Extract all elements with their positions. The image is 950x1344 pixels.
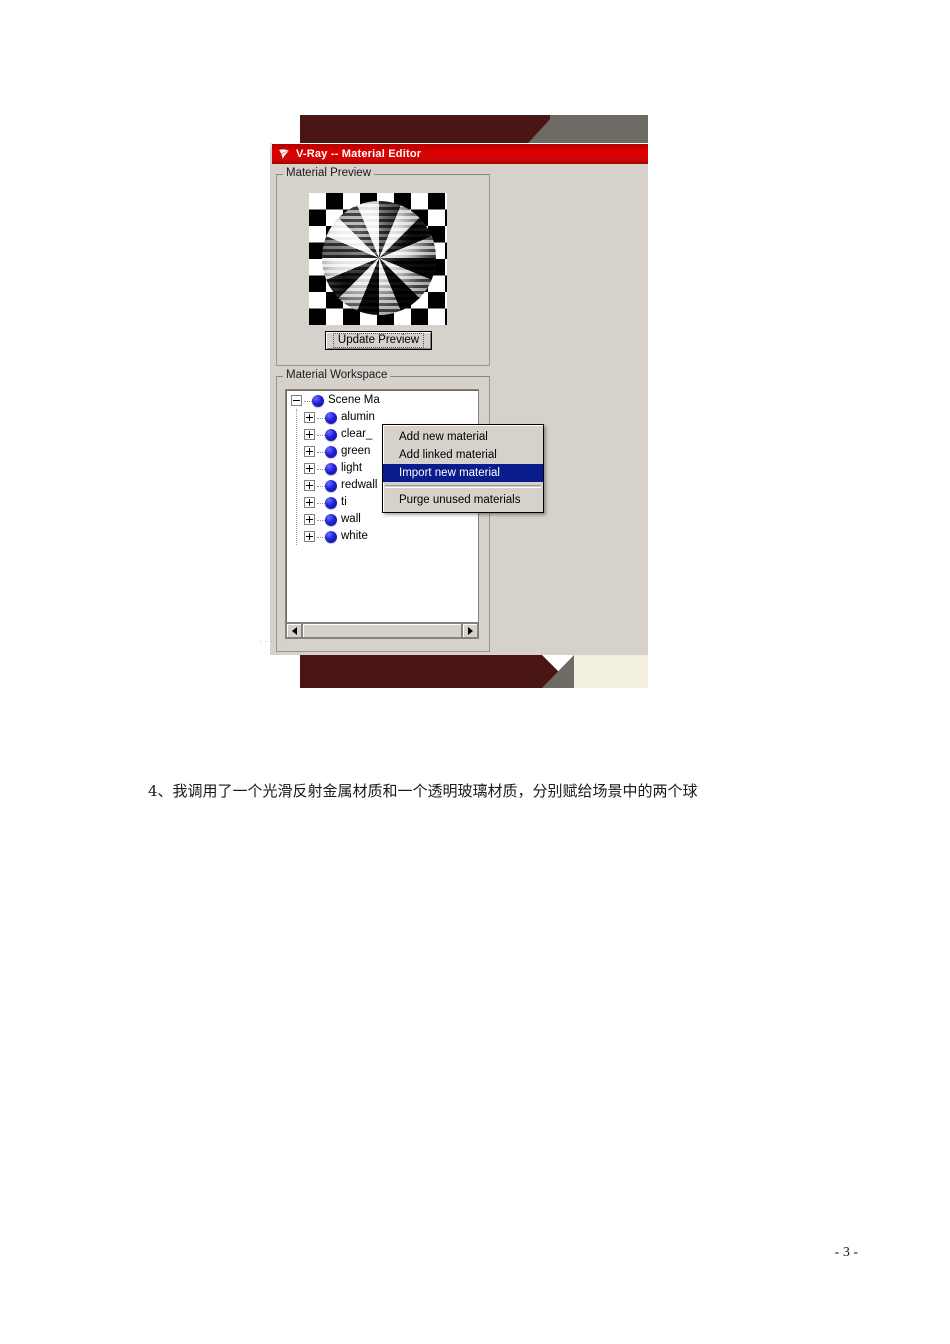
material-sphere-icon [325, 428, 337, 441]
window-titlebar[interactable]: V-Ray -- Material Editor [272, 144, 648, 164]
expand-icon[interactable] [304, 463, 315, 474]
scroll-right-button[interactable] [462, 623, 478, 638]
tree-item-label: Scene Ma [328, 394, 380, 406]
material-workspace-legend: Material Workspace [283, 369, 391, 381]
window-title: V-Ray -- Material Editor [296, 148, 422, 160]
menu-item-import-new-material[interactable]: Import new material [383, 464, 543, 482]
material-sphere-icon [325, 530, 337, 543]
scroll-right-icon [467, 626, 473, 635]
backdrop-bottom-white [270, 655, 300, 688]
expand-icon[interactable] [304, 514, 315, 525]
material-context-menu[interactable]: Add new material Add linked material Imp… [382, 424, 544, 513]
tree-row[interactable]: Scene Ma [286, 392, 478, 409]
material-preview-legend: Material Preview [283, 167, 374, 179]
update-preview-label: Update Preview [332, 333, 425, 348]
backdrop-top-gray [550, 115, 648, 143]
collapse-icon[interactable] [291, 395, 302, 406]
tree-connector [317, 536, 325, 538]
menu-item-purge-unused-materials[interactable]: Purge unused materials [383, 491, 543, 509]
tree-connector [317, 485, 325, 487]
menu-item-add-linked-material[interactable]: Add linked material [383, 446, 543, 464]
update-preview-button[interactable]: Update Preview [325, 331, 432, 350]
material-sphere-icon [312, 394, 324, 407]
horizontal-scrollbar[interactable] [286, 622, 478, 638]
expand-icon[interactable] [304, 497, 315, 508]
tree-item-label: light [341, 462, 363, 474]
material-preview-group: Material Preview Update Preview [276, 167, 490, 366]
menu-item-add-new-material[interactable]: Add new material [383, 428, 543, 446]
tree-connector [317, 451, 325, 453]
scroll-left-button[interactable] [286, 623, 302, 638]
tree-connector [317, 519, 325, 521]
tree-item-label: clear_ [341, 428, 373, 440]
screenshot-figure: V-Ray -- Material Editor Material Previe… [259, 115, 648, 688]
backdrop-top-maroon [300, 115, 578, 143]
checkered-sphere-icon [322, 201, 436, 315]
tree-connector [317, 468, 325, 470]
tree-item-label: alumin [341, 411, 375, 423]
tree-row[interactable]: wall [286, 511, 478, 528]
vray-logo-icon [277, 147, 291, 161]
page-number: - 3 - [834, 1245, 858, 1260]
scroll-left-icon [291, 626, 297, 635]
expand-icon[interactable] [304, 446, 315, 457]
scan-artifact-dots: ····· [259, 636, 286, 647]
material-sphere-icon [325, 513, 337, 526]
tree-item-label: ti [341, 496, 347, 508]
material-sphere-icon [325, 496, 337, 509]
material-editor-window: V-Ray -- Material Editor Material Previe… [259, 143, 648, 654]
material-preview-image[interactable] [309, 193, 447, 325]
backdrop-bottom-maroon [300, 655, 575, 688]
material-sphere-icon [325, 411, 337, 424]
tree-item-label: white [341, 530, 368, 542]
material-workspace-group: Material Workspace Scene Ma alumin clear… [259, 369, 490, 652]
expand-icon[interactable] [304, 480, 315, 491]
tree-row[interactable]: white [286, 528, 478, 545]
backdrop-bottom-cream [574, 655, 648, 688]
material-sphere-icon [325, 462, 337, 475]
tree-connector [304, 400, 312, 402]
expand-icon[interactable] [304, 531, 315, 542]
menu-separator [385, 485, 541, 488]
material-sphere-icon [325, 445, 337, 458]
tree-item-label: redwall [341, 479, 378, 491]
tree-connector [317, 434, 325, 436]
tree-connector [317, 417, 325, 419]
tree-connector [317, 502, 325, 504]
tree-item-label: green [341, 445, 371, 457]
expand-icon[interactable] [304, 429, 315, 440]
scrollbar-thumb[interactable] [302, 623, 462, 638]
body-paragraph: 4、我调用了一个光滑反射金属材质和一个透明玻璃材质，分别赋给场景中的两个球 [148, 782, 698, 800]
material-sphere-icon [325, 479, 337, 492]
tree-item-label: wall [341, 513, 361, 525]
expand-icon[interactable] [304, 412, 315, 423]
